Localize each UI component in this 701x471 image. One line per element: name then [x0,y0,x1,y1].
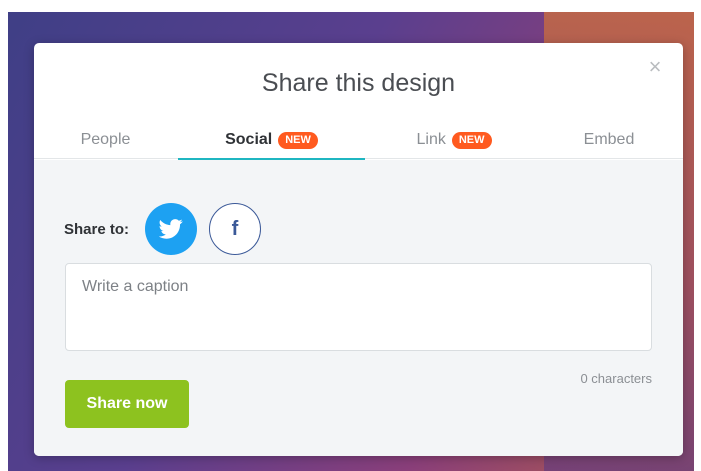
dialog-title: Share this design [261,69,456,97]
share-now-button[interactable]: Share now [65,380,189,428]
share-tabs: People Social NEW Link NEW Embed [34,121,683,160]
tab-label: Social [225,131,273,148]
share-dialog: × Share this design People Social NEW Li… [34,43,683,456]
caption-input[interactable] [65,263,652,351]
tab-people[interactable]: People [58,121,153,159]
share-to-label: Share to: [64,220,130,238]
facebook-icon: f [231,217,239,240]
new-badge: NEW [278,131,318,149]
social-panel: Share to: f 0 characters Share now [34,160,683,456]
new-badge: NEW [451,131,492,149]
character-count: 0 characters [580,371,652,386]
tab-link[interactable]: Link NEW [394,121,514,159]
tab-social[interactable]: Social NEW [178,121,365,160]
tab-label: People [80,131,131,148]
tab-label: Embed [583,131,635,148]
tab-embed[interactable]: Embed [564,121,654,159]
facebook-button[interactable]: f [209,203,262,255]
twitter-icon [159,219,183,239]
twitter-button[interactable] [145,203,198,255]
tab-label: Link [416,131,446,148]
share-to-row: Share to: f [64,203,262,255]
